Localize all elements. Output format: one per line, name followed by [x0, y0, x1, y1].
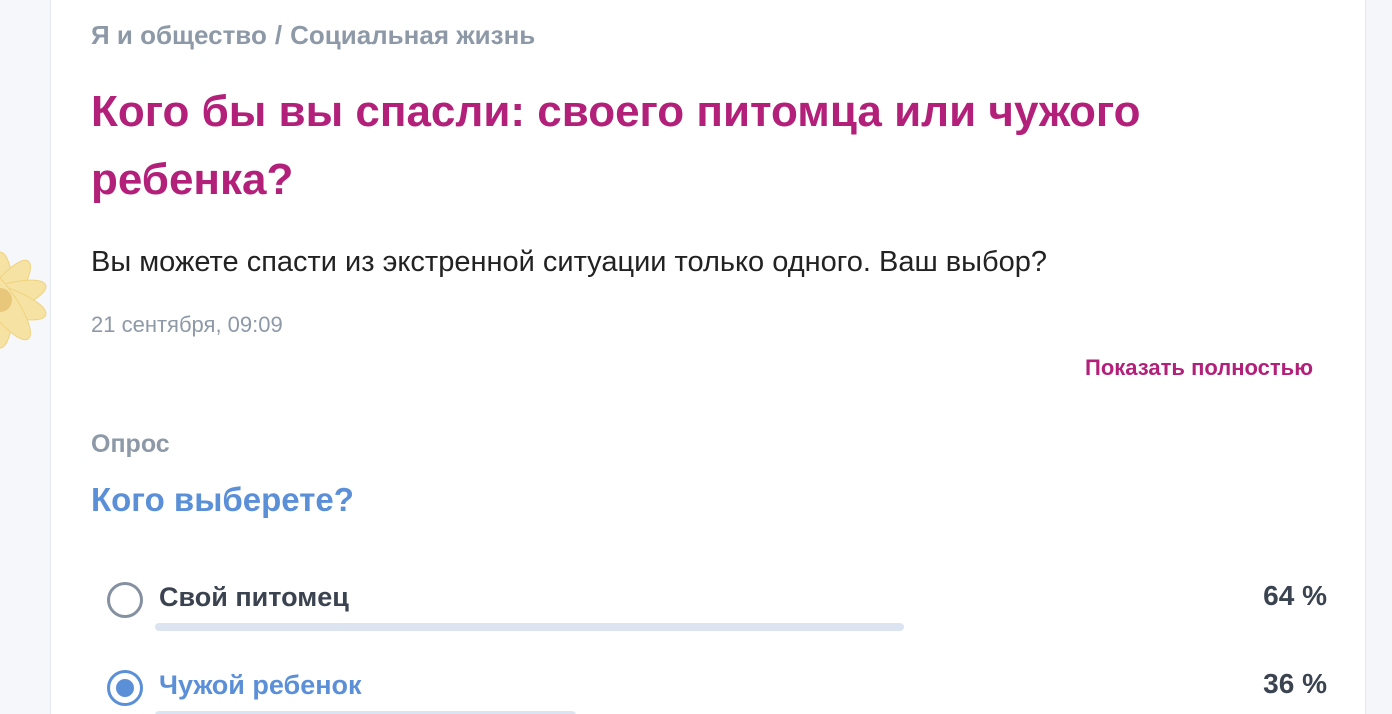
- poll-option-percent: 36 %: [1263, 668, 1327, 699]
- post-date: 21 сентября, 09:09: [91, 312, 283, 337]
- breadcrumb-subcategory-link[interactable]: Социальная жизнь: [290, 20, 535, 50]
- post-title: Кого бы вы спасли: своего питомца или чу…: [91, 87, 1141, 204]
- radio-dot: [116, 679, 134, 697]
- radio-checked-icon[interactable]: [107, 670, 143, 706]
- poll-result-bar-fill: [155, 623, 904, 631]
- right-background: [1366, 0, 1392, 714]
- post-description: Вы можете спасти из экстренной ситуации …: [91, 246, 1048, 278]
- poll-label: Опрос: [91, 430, 170, 458]
- post-card: Я и общество / Социальная жизнь Кого бы вы…: [50, 0, 1366, 714]
- breadcrumb: Я и общество / Социальная жизнь: [91, 20, 535, 51]
- show-full-link[interactable]: Показать полностью: [1085, 355, 1313, 381]
- page: Я и общество / Социальная жизнь Кого бы вы…: [0, 0, 1392, 714]
- poll-option-label: Чужой ребенок: [159, 670, 362, 700]
- poll-option-own-pet[interactable]: Свой питомец 64 %: [107, 578, 1327, 648]
- breadcrumb-separator: /: [274, 20, 283, 50]
- poll-question: Кого выберете?: [91, 481, 354, 518]
- breadcrumb-category-link[interactable]: Я и общество: [91, 20, 267, 50]
- poll-option-other-child[interactable]: Чужой ребенок 36 %: [107, 666, 1327, 714]
- poll-option-percent: 64 %: [1263, 580, 1327, 611]
- poll-option-label: Свой питомец: [159, 582, 349, 612]
- radio-unchecked-icon[interactable]: [107, 582, 143, 618]
- poll-result-bar: [155, 623, 1325, 631]
- left-background: [0, 0, 50, 714]
